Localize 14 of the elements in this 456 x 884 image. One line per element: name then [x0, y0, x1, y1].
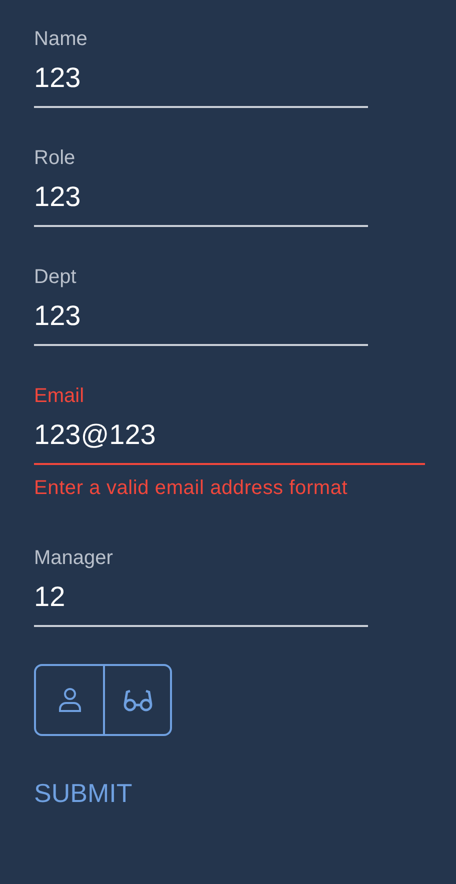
glasses-icon: [122, 688, 152, 712]
field-label: Manager: [34, 546, 114, 571]
input-field[interactable]: 12: [34, 571, 368, 627]
submit-button[interactable]: SUBMIT: [34, 778, 132, 809]
error-message: Enter a valid email address format: [34, 477, 349, 500]
field-label: Email: [34, 384, 86, 409]
input-field[interactable]: 123: [34, 52, 368, 108]
person-icon: [58, 687, 80, 713]
input-field[interactable]: 123: [34, 171, 368, 227]
field-label: Name: [34, 27, 88, 52]
field-label: Dept: [34, 265, 78, 290]
input-field[interactable]: 123@123: [34, 409, 425, 465]
input-field[interactable]: 123: [34, 290, 368, 346]
field-label: Role: [34, 146, 76, 171]
